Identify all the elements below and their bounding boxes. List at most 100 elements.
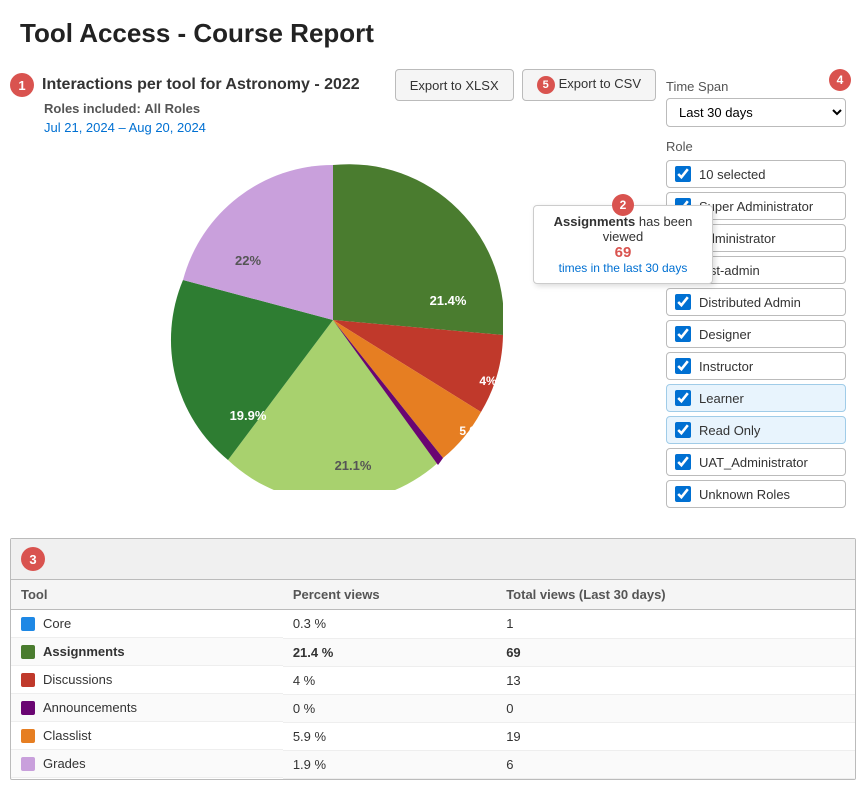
table-cell-percent: 0 % xyxy=(283,694,496,722)
role-checkbox-0[interactable] xyxy=(675,166,691,182)
role-label-10: Unknown Roles xyxy=(699,487,790,502)
tooltip-count: 69 xyxy=(546,244,700,261)
table-cell-percent: 4 % xyxy=(283,666,496,694)
timespan-select[interactable]: Last 30 days Last 7 days Last 90 days La… xyxy=(666,98,846,127)
table-cell-percent: 1.9 % xyxy=(283,750,496,778)
table-cell-total: 6 xyxy=(496,750,855,778)
table-section-header: 3 xyxy=(11,539,855,580)
role-item-8[interactable]: Read Only xyxy=(666,416,846,444)
data-table: Tool Percent views Total views (Last 30 … xyxy=(11,580,855,779)
tooltip-tool-name: Assignments xyxy=(554,214,636,229)
tool-name: Classlist xyxy=(43,728,91,743)
tool-name: Announcements xyxy=(43,700,137,715)
col-percent: Percent views xyxy=(283,580,496,610)
section1-badge: 1 xyxy=(10,73,34,97)
tool-name: Discussions xyxy=(43,672,112,687)
role-label-9: UAT_Administrator xyxy=(699,455,808,470)
export-buttons: Export to XLSX 5 Export to CSV xyxy=(395,69,656,101)
export-csv-button[interactable]: 5 Export to CSV xyxy=(522,69,656,101)
tool-color-dot xyxy=(21,757,35,771)
col-tool: Tool xyxy=(11,580,283,610)
label-darkgreen: 19.9% xyxy=(230,408,267,423)
table-row: Classlist5.9 %19 xyxy=(11,722,855,750)
role-checkbox-8[interactable] xyxy=(675,422,691,438)
role-item-9[interactable]: UAT_Administrator xyxy=(666,448,846,476)
tooltip-suffix: times in the last 30 days xyxy=(546,261,700,275)
role-label-5: Designer xyxy=(699,327,751,342)
tool-color-dot xyxy=(21,729,35,743)
table-cell-total: 13 xyxy=(496,666,855,694)
label-assignments: 21.4% xyxy=(430,293,467,308)
table-cell-total: 0 xyxy=(496,694,855,722)
table-cell-tool: Discussions xyxy=(11,666,283,694)
tool-name: Core xyxy=(43,616,71,631)
table-row: Grades 1.9 %6 xyxy=(11,750,855,778)
role-checkbox-4[interactable] xyxy=(675,294,691,310)
role-checkbox-9[interactable] xyxy=(675,454,691,470)
label-purple: 22% xyxy=(235,253,261,268)
role-item-5[interactable]: Designer xyxy=(666,320,846,348)
section1-title: Interactions per tool for Astronomy - 20… xyxy=(42,76,360,94)
tool-name: Assignments xyxy=(43,644,125,659)
table-header-row: Tool Percent views Total views (Last 30 … xyxy=(11,580,855,610)
role-checkbox-6[interactable] xyxy=(675,358,691,374)
table-row: Announcements 0 %0 xyxy=(11,694,855,722)
tooltip-text: Assignments has been viewed xyxy=(546,214,700,244)
csv-label: Export to CSV xyxy=(559,76,641,91)
roles-value: All Roles xyxy=(144,101,200,116)
export-xlsx-button[interactable]: Export to XLSX xyxy=(395,69,514,101)
role-label: Role xyxy=(666,139,846,154)
section1-header: 1 Interactions per tool for Astronomy - … xyxy=(10,69,656,101)
roles-info: Roles included: All Roles xyxy=(44,101,656,116)
tool-color-dot xyxy=(21,645,35,659)
role-item-0[interactable]: 10 selected xyxy=(666,160,846,188)
table-row: Discussions 4 %13 xyxy=(11,666,855,694)
role-item-7[interactable]: Learner xyxy=(666,384,846,412)
table-section: 3 Tool Percent views Total views (Last 3… xyxy=(10,538,856,780)
tooltip-badge: 2 xyxy=(612,194,634,216)
role-label-0: 10 selected xyxy=(699,167,766,182)
csv-badge: 5 xyxy=(537,76,555,94)
table-cell-total: 69 xyxy=(496,638,855,666)
table-body: Core0.3 %1Assignments21.4 %69Discussions… xyxy=(11,610,855,779)
tooltip-box: 2 Assignments has been viewed 69 times i… xyxy=(533,205,713,284)
tool-name: Grades xyxy=(43,756,86,771)
tool-color-dot xyxy=(21,617,35,631)
role-label-7: Learner xyxy=(699,391,744,406)
table-cell-percent: 5.9 % xyxy=(283,722,496,750)
label-classlist: 5.9% xyxy=(459,424,487,438)
role-label-1: Super Administrator xyxy=(699,199,813,214)
timespan-label: Time Span xyxy=(666,79,846,94)
table-cell-percent: 0.3 % xyxy=(283,610,496,639)
pie-svg: 21.4% 4% 5.9% 21.1% 19.9% 22% xyxy=(163,150,503,490)
table-cell-tool: Classlist xyxy=(11,722,283,750)
label-discussions: 4% xyxy=(479,374,497,388)
role-item-6[interactable]: Instructor xyxy=(666,352,846,380)
pie-chart: 21.4% 4% 5.9% 21.1% 19.9% 22% 2 Assignme… xyxy=(163,150,523,510)
chart-area: 21.4% 4% 5.9% 21.1% 19.9% 22% 2 Assignme… xyxy=(30,145,656,515)
role-checkbox-5[interactable] xyxy=(675,326,691,342)
role-checkbox-7[interactable] xyxy=(675,390,691,406)
date-range: Jul 21, 2024 – Aug 20, 2024 xyxy=(44,120,656,135)
table-cell-tool: Assignments xyxy=(11,638,283,666)
role-checkbox-10[interactable] xyxy=(675,486,691,502)
page-title: Tool Access - Course Report xyxy=(0,0,866,59)
table-cell-tool: Grades xyxy=(11,750,283,778)
table-cell-percent: 21.4 % xyxy=(283,638,496,666)
table-badge: 3 xyxy=(21,547,45,571)
timespan-badge: 4 xyxy=(829,69,851,91)
role-item-4[interactable]: Distributed Admin xyxy=(666,288,846,316)
role-item-10[interactable]: Unknown Roles xyxy=(666,480,846,508)
table-row: Core 0.3 %1 xyxy=(11,610,855,639)
table-cell-tool: Announcements xyxy=(11,694,283,722)
roles-label: Roles included: xyxy=(44,101,141,116)
table-cell-tool: Core xyxy=(11,610,283,638)
tool-color-dot xyxy=(21,701,35,715)
tool-color-dot xyxy=(21,673,35,687)
table-row: Assignments 21.4 %69 xyxy=(11,638,855,666)
col-total: Total views (Last 30 days) xyxy=(496,580,855,610)
segment-assignments xyxy=(333,164,503,335)
label-lightgreen: 21.1% xyxy=(335,458,372,473)
table-cell-total: 1 xyxy=(496,610,855,639)
role-label-6: Instructor xyxy=(699,359,753,374)
